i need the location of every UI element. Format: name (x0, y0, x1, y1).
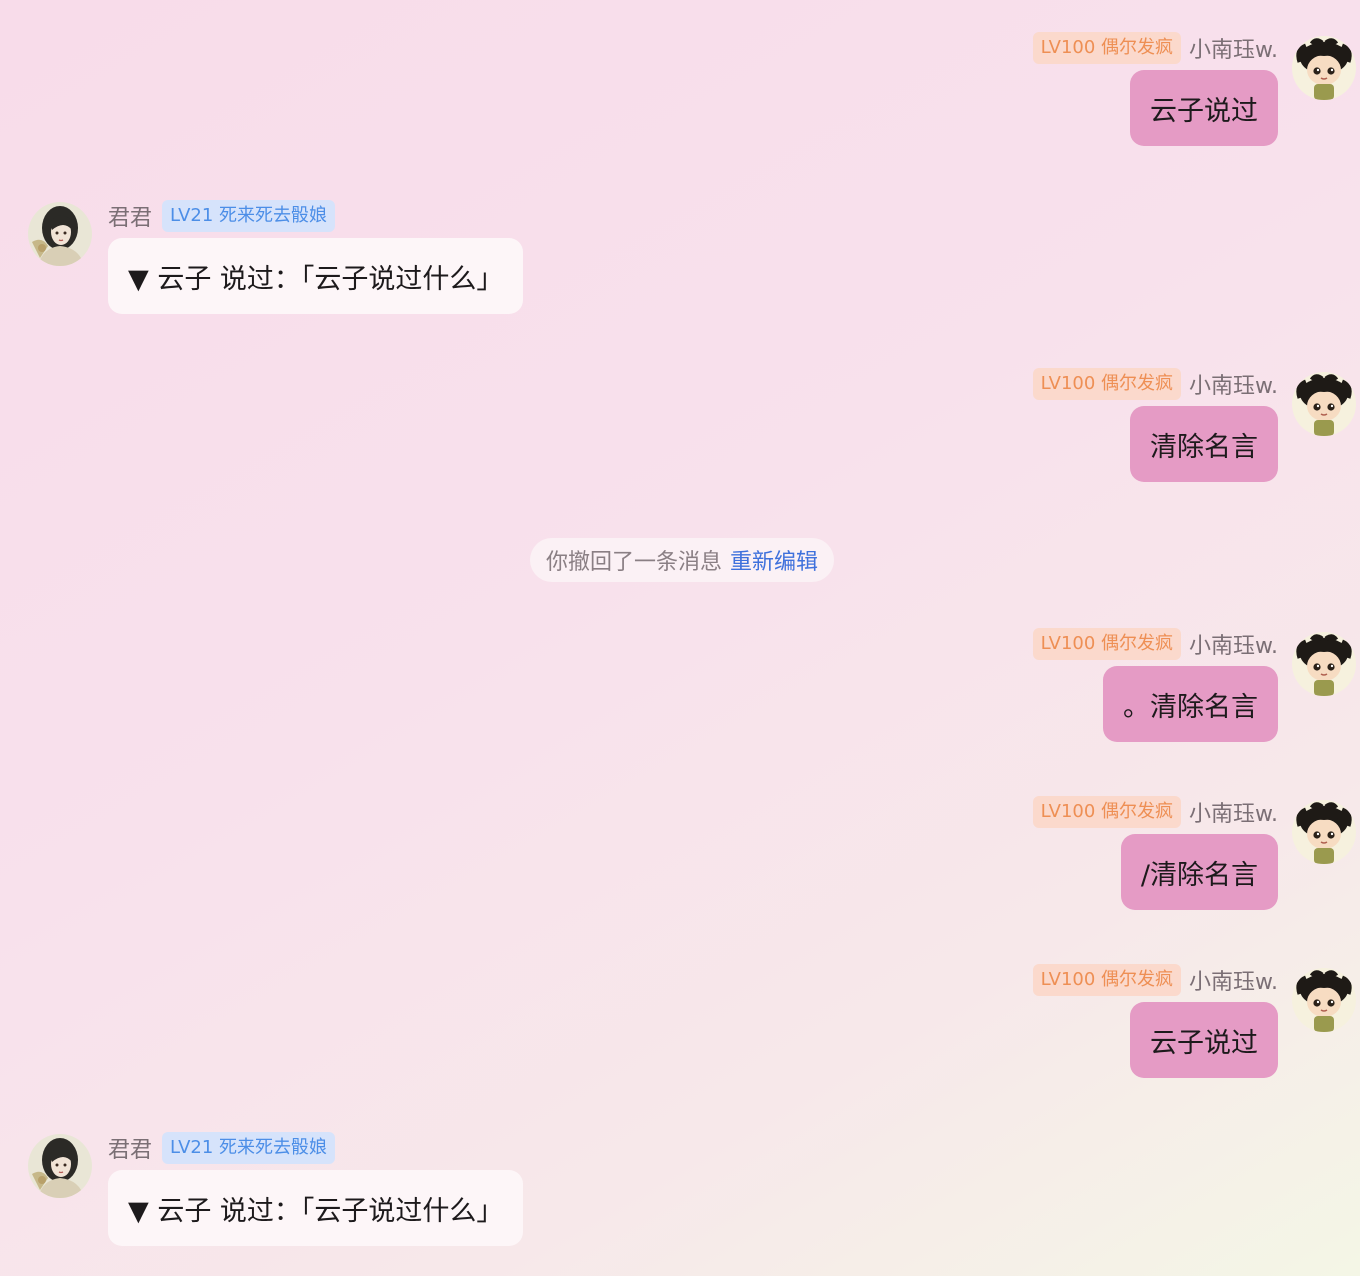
user-level-badge: LV21 死来死去骰娘 (162, 1132, 336, 1164)
user-level-badge: LV21 死来死去骰娘 (162, 200, 336, 232)
user-level-badge: LV100 偶尔发疯 (1032, 32, 1182, 64)
sender-name[interactable]: 小南珏w. (1189, 964, 1278, 996)
user-level-badge: LV100 偶尔发疯 (1032, 964, 1182, 996)
message-header: LV100 偶尔发疯 小南珏w. (1032, 628, 1278, 660)
chibi-avatar-icon[interactable] (1292, 36, 1356, 100)
sender-name[interactable]: 君君 (108, 1132, 152, 1164)
message-bubble[interactable]: 。清除名言 (1103, 666, 1278, 742)
user-level-badge: LV100 偶尔发疯 (1032, 368, 1182, 400)
message-bubble[interactable]: 云子说过 (1130, 1002, 1278, 1078)
chibi-avatar-icon[interactable] (1292, 632, 1356, 696)
portrait-avatar-icon[interactable] (28, 1134, 92, 1198)
message-header: LV100 偶尔发疯 小南珏w. (1032, 368, 1278, 400)
portrait-avatar-icon[interactable] (28, 202, 92, 266)
message-header: LV100 偶尔发疯 小南珏w. (1032, 796, 1278, 828)
message-bubble[interactable]: /清除名言 (1120, 834, 1278, 910)
user-level-badge: LV100 偶尔发疯 (1032, 628, 1182, 660)
user-level-badge: LV100 偶尔发疯 (1032, 796, 1182, 828)
message-header: LV100 偶尔发疯 小南珏w. (1032, 32, 1278, 64)
message-bubble[interactable]: 清除名言 (1130, 406, 1278, 482)
message-header: 君君 LV21 死来死去骰娘 (108, 200, 336, 232)
sender-name[interactable]: 小南珏w. (1189, 32, 1278, 64)
sender-name[interactable]: 小南珏w. (1189, 796, 1278, 828)
chibi-avatar-icon[interactable] (1292, 372, 1356, 436)
recall-notice-text: 你撤回了一条消息 (546, 550, 723, 575)
sender-name[interactable]: 小南珏w. (1189, 628, 1278, 660)
sender-name[interactable]: 君君 (108, 200, 152, 232)
recall-notice: 你撤回了一条消息 重新编辑 (530, 538, 835, 582)
chat-area[interactable]: LV100 偶尔发疯 小南珏w. 云子说过 君君 LV21 死来死去骰娘 ▼ 云… (0, 0, 1360, 1276)
message-header: 君君 LV21 死来死去骰娘 (108, 1132, 336, 1164)
message-bubble[interactable]: ▼ 云子 说过：「云子说过什么」 (108, 238, 524, 314)
message-header: LV100 偶尔发疯 小南珏w. (1032, 964, 1278, 996)
sender-name[interactable]: 小南珏w. (1189, 368, 1278, 400)
message-bubble[interactable]: ▼ 云子 说过：「云子说过什么」 (108, 1170, 524, 1246)
chibi-avatar-icon[interactable] (1292, 800, 1356, 864)
re-edit-link[interactable]: 重新编辑 (730, 544, 818, 576)
chibi-avatar-icon[interactable] (1292, 968, 1356, 1032)
message-bubble[interactable]: 云子说过 (1130, 70, 1278, 146)
